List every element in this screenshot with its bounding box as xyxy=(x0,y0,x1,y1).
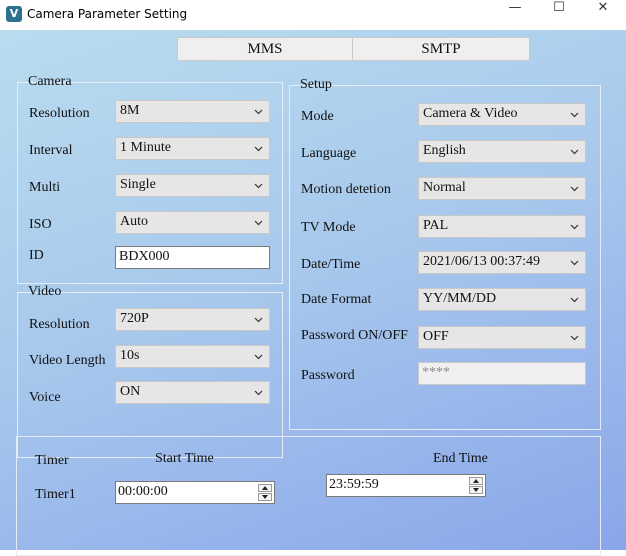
video-length-value: 10s xyxy=(120,348,140,363)
triangle-down-icon xyxy=(262,495,268,499)
video-resolution-value: 720P xyxy=(120,311,149,326)
tv-mode-select[interactable]: PAL xyxy=(418,215,586,238)
chevron-down-icon xyxy=(254,354,263,360)
chevron-down-icon xyxy=(254,146,263,152)
voice-value: ON xyxy=(120,384,141,399)
video-length-label: Video Length xyxy=(29,353,106,368)
iso-value: Auto xyxy=(120,214,148,229)
chevron-down-icon xyxy=(254,183,263,189)
chevron-down-icon xyxy=(254,109,263,115)
language-value: English xyxy=(423,143,466,158)
timer1-label: Timer1 xyxy=(35,487,76,502)
multi-select[interactable]: Single xyxy=(115,174,270,197)
chevron-down-icon xyxy=(570,149,579,155)
spin-down-button[interactable] xyxy=(258,493,272,501)
interval-value: 1 Minute xyxy=(120,140,171,155)
video-length-select[interactable]: 10s xyxy=(115,345,270,368)
chevron-down-icon xyxy=(570,335,579,341)
tv-mode-label: TV Mode xyxy=(301,220,356,235)
voice-select[interactable]: ON xyxy=(115,381,270,404)
mode-select[interactable]: Camera & Video xyxy=(418,103,586,126)
timer1-start-time-input[interactable]: 00:00:00 xyxy=(115,481,275,504)
close-button[interactable]: ✕ xyxy=(580,0,626,30)
start-time-spinner[interactable] xyxy=(258,484,272,501)
tab-mms[interactable]: MMS xyxy=(177,37,353,61)
date-time-value: 2021/06/13 00:37:49 xyxy=(423,254,541,269)
language-select[interactable]: English xyxy=(418,140,586,163)
camera-resolution-label: Resolution xyxy=(29,106,90,121)
title-bar: V Camera Parameter Setting — ☐ ✕ xyxy=(0,0,626,30)
chevron-down-icon xyxy=(570,224,579,230)
password-onoff-value: OFF xyxy=(423,329,449,344)
video-resolution-select[interactable]: 720P xyxy=(115,308,270,331)
password-onoff-select[interactable]: OFF xyxy=(418,326,586,349)
end-time-header: End Time xyxy=(433,451,488,466)
spin-up-button[interactable] xyxy=(258,484,272,492)
end-time-spinner[interactable] xyxy=(469,477,483,494)
timer-group xyxy=(16,436,601,556)
mode-value: Camera & Video xyxy=(423,106,518,121)
motion-detection-select[interactable]: Normal xyxy=(418,177,586,200)
multi-value: Single xyxy=(120,177,156,192)
setup-group-legend: Setup xyxy=(300,77,332,92)
timer1-end-time-input[interactable]: 23:59:59 xyxy=(326,474,486,497)
tab-smtp[interactable]: SMTP xyxy=(352,37,530,61)
motion-detection-value: Normal xyxy=(423,180,466,195)
camera-resolution-value: 8M xyxy=(120,103,140,118)
password-label: Password xyxy=(301,368,355,383)
start-time-header: Start Time xyxy=(155,451,214,466)
date-time-label: Date/Time xyxy=(301,257,361,272)
camera-group-legend: Camera xyxy=(28,74,72,89)
triangle-up-icon xyxy=(262,486,268,490)
voice-label: Voice xyxy=(29,390,61,405)
camera-resolution-select[interactable]: 8M xyxy=(115,100,270,123)
spin-down-button[interactable] xyxy=(469,486,483,494)
iso-label: ISO xyxy=(29,217,52,232)
id-value: BDX000 xyxy=(119,249,170,264)
chevron-down-icon xyxy=(570,112,579,118)
chevron-down-icon xyxy=(254,220,263,226)
password-input[interactable]: **** xyxy=(418,362,586,385)
camera-app-icon: V xyxy=(6,6,22,22)
triangle-down-icon xyxy=(473,488,479,492)
multi-label: Multi xyxy=(29,180,61,195)
mode-label: Mode xyxy=(301,109,334,124)
timer1-end-time-value: 23:59:59 xyxy=(329,477,379,492)
language-label: Language xyxy=(301,146,357,161)
chevron-down-icon xyxy=(254,317,263,323)
interval-select[interactable]: 1 Minute xyxy=(115,137,270,160)
chevron-down-icon xyxy=(570,186,579,192)
id-input[interactable]: BDX000 xyxy=(115,246,270,269)
video-group-legend: Video xyxy=(28,284,62,299)
date-time-picker[interactable]: 2021/06/13 00:37:49 xyxy=(418,251,586,274)
timer1-start-time-value: 00:00:00 xyxy=(118,484,168,499)
timer-label: Timer xyxy=(35,453,69,468)
tv-mode-value: PAL xyxy=(423,218,449,233)
date-format-label: Date Format xyxy=(301,292,372,307)
chevron-down-icon xyxy=(570,260,579,266)
password-onoff-label: Password ON/OFF xyxy=(301,328,408,343)
maximize-button[interactable]: ☐ xyxy=(536,0,582,30)
minimize-button[interactable]: — xyxy=(492,0,538,30)
interval-label: Interval xyxy=(29,143,73,158)
video-resolution-label: Resolution xyxy=(29,317,90,332)
id-label: ID xyxy=(29,248,44,263)
chevron-down-icon xyxy=(570,297,579,303)
iso-select[interactable]: Auto xyxy=(115,211,270,234)
chevron-down-icon xyxy=(254,390,263,396)
triangle-up-icon xyxy=(473,479,479,483)
spin-up-button[interactable] xyxy=(469,477,483,485)
dialog-client-area: MMS SMTP Camera Resolution 8M Interval 1… xyxy=(0,30,626,556)
date-format-value: YY/MM/DD xyxy=(423,291,497,306)
password-value: **** xyxy=(422,365,450,380)
date-format-select[interactable]: YY/MM/DD xyxy=(418,288,586,311)
window-title: Camera Parameter Setting xyxy=(27,7,188,21)
motion-detection-label: Motion detetion xyxy=(301,182,391,197)
